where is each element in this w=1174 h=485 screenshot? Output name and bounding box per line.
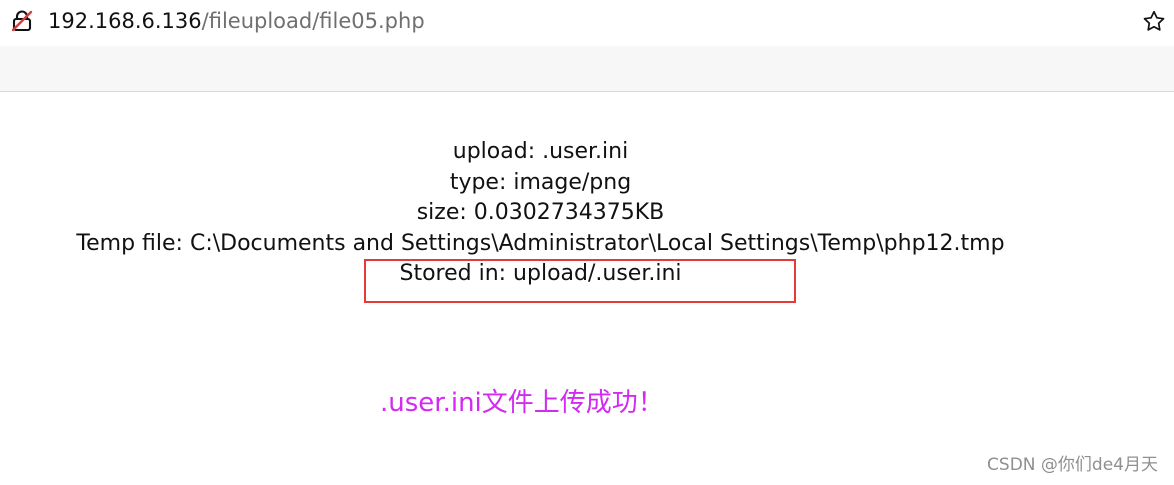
upload-line: upload: .user.ini [452,139,629,164]
page-content: upload: .user.ini type: image/png size: … [0,92,1174,485]
success-message: .user.ini文件上传成功！ [380,388,664,418]
browser-viewport: 192.168.6.136/fileupload/file05.php uplo… [0,0,1174,485]
url-path: /fileupload/file05.php [201,9,425,33]
insecure-lock-icon[interactable] [10,9,34,33]
url-host: 192.168.6.136 [48,9,202,33]
address-bar[interactable]: 192.168.6.136/fileupload/file05.php [0,0,1174,46]
star-icon[interactable] [1142,9,1166,33]
browser-toolbar [0,46,1174,92]
stored-path-highlight-box [364,259,796,303]
size-line: size: 0.0302734375KB [416,200,665,226]
csdn-watermark: CSDN @你们de4月天 [987,455,1158,475]
url-field[interactable]: 192.168.6.136/fileupload/file05.php [48,8,425,34]
temp-file-line: Temp file: C:\Documents and Settings\Adm… [76,230,1005,256]
type-line: type: image/png [449,169,632,195]
